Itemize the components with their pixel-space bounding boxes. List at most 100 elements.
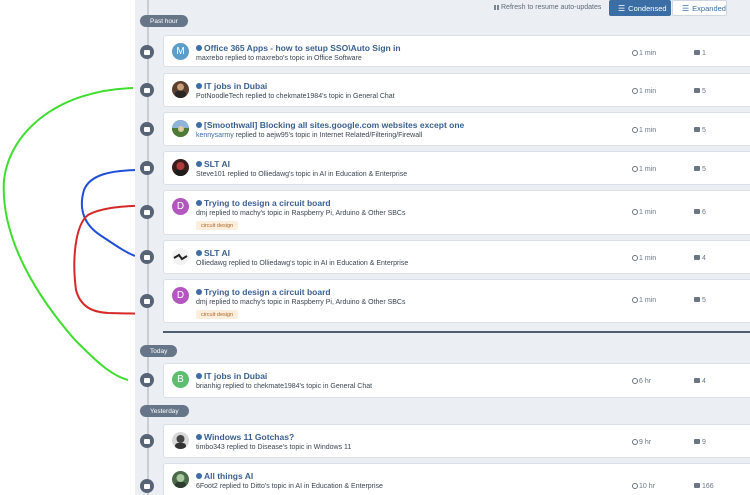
comment-icon <box>140 373 154 387</box>
topic-title[interactable]: IT jobs in Dubai <box>196 81 267 91</box>
unread-icon <box>196 45 202 51</box>
comment-icon <box>140 45 154 59</box>
topic-meta: Steve101 replied to Olliedawg's topic in… <box>196 171 408 178</box>
reply-count: 5 <box>694 166 706 173</box>
avatar[interactable]: D <box>172 287 189 304</box>
unread-icon <box>196 289 202 295</box>
comment-count-icon <box>694 439 700 444</box>
author-link[interactable]: maxrebo <box>196 55 223 62</box>
comment-icon <box>140 434 154 448</box>
clock-icon <box>632 483 638 489</box>
photo-avatar[interactable] <box>172 471 189 488</box>
topic-card[interactable]: B IT jobs in Dubai brianhig replied to c… <box>163 363 750 398</box>
topic-card[interactable]: [Smoothwall] Blocking all sites.google.c… <box>163 112 750 146</box>
stream-toolbar: Refresh to resume auto-updates ☰ Condens… <box>135 0 750 16</box>
author-link[interactable]: Steve101 <box>196 171 226 178</box>
unread-icon <box>196 161 202 167</box>
expanded-list-icon: ☰ <box>682 3 690 13</box>
author-link[interactable]: Olliedawg <box>196 260 227 267</box>
comment-icon <box>140 294 154 308</box>
topic-title[interactable]: [Smoothwall] Blocking all sites.google.c… <box>196 120 464 130</box>
clock-icon <box>632 127 638 133</box>
topic-title[interactable]: Windows 11 Gotchas? <box>196 432 294 442</box>
topic-card[interactable]: M Office 365 Apps - how to setup SSO\Aut… <box>163 35 750 67</box>
comment-count-icon <box>694 166 700 171</box>
photo-avatar[interactable] <box>172 120 189 137</box>
comment-icon <box>140 83 154 97</box>
reply-count: 6 <box>694 209 706 216</box>
reply-count: 4 <box>694 255 706 262</box>
expanded-label: Expanded <box>692 3 726 13</box>
topic-title[interactable]: SLT AI <box>196 248 230 258</box>
refresh-notice[interactable]: Refresh to resume auto-updates <box>494 4 601 11</box>
avatar[interactable]: D <box>172 198 189 215</box>
clock-icon <box>632 297 638 303</box>
author-link[interactable]: dmj <box>196 210 207 217</box>
comment-count-icon <box>694 255 700 260</box>
comment-icon <box>140 205 154 219</box>
comment-count-icon <box>694 127 700 132</box>
topic-card[interactable]: D Trying to design a circuit board dmj r… <box>163 190 750 235</box>
photo-avatar[interactable] <box>172 432 189 449</box>
avatar[interactable]: M <box>172 43 189 60</box>
section-pill-yesterday: Yesterday <box>140 405 189 417</box>
time-stat: 1 min <box>632 127 656 134</box>
unread-icon <box>196 200 202 206</box>
reply-count: 166 <box>694 483 714 490</box>
topic-meta: timbo343 replied to Disease's topic in W… <box>196 444 352 451</box>
author-link[interactable]: timbo343 <box>196 444 225 451</box>
topic-meta: Olliedawg replied to Olliedawg's topic i… <box>196 260 409 267</box>
author-link[interactable]: kennysarmy <box>196 132 234 139</box>
topic-title[interactable]: IT jobs in Dubai <box>196 371 267 381</box>
topic-card[interactable]: SLT AI Olliedawg replied to Olliedawg's … <box>163 240 750 274</box>
topic-card[interactable]: Windows 11 Gotchas? timbo343 replied to … <box>163 424 750 458</box>
reply-count: 4 <box>694 378 706 385</box>
topic-meta: maxrebo replied to maxrebo's topic in Of… <box>196 55 362 62</box>
avatar[interactable]: B <box>172 371 189 388</box>
author-link[interactable]: PotNoodleTech <box>196 93 243 100</box>
topic-card[interactable]: All things AI 6Foot2 replied to Ditto's … <box>163 463 750 495</box>
clock-icon <box>632 88 638 94</box>
author-link[interactable]: brianhig <box>196 383 221 390</box>
comment-count-icon <box>694 88 700 93</box>
topic-title[interactable]: All things AI <box>196 471 253 481</box>
topic-meta: 6Foot2 replied to Ditto's topic in AI in… <box>196 483 383 490</box>
expanded-view-button[interactable]: ☰ Expanded <box>672 0 727 16</box>
topic-meta: dmj replied to machy's topic in Raspberr… <box>196 210 406 217</box>
topic-meta: dmj replied to machy's topic in Raspberr… <box>196 299 406 306</box>
refresh-label: Refresh to resume auto-updates <box>501 4 602 11</box>
section-pill-today: Today <box>140 345 178 357</box>
reply-count: 5 <box>694 297 706 304</box>
comment-count-icon <box>694 483 700 488</box>
time-stat: 6 hr <box>632 378 651 385</box>
topic-card[interactable]: D Trying to design a circuit board dmj r… <box>163 279 750 323</box>
activity-stream: Refresh to resume auto-updates ☰ Condens… <box>135 0 750 495</box>
topic-tag[interactable]: circuit design <box>196 310 239 319</box>
topic-title[interactable]: SLT AI <box>196 159 230 169</box>
author-link[interactable]: dmj <box>196 299 207 306</box>
topic-title[interactable]: Trying to design a circuit board <box>196 287 331 297</box>
topic-card[interactable]: IT jobs in Dubai PotNoodleTech replied t… <box>163 73 750 107</box>
clock-icon <box>632 439 638 445</box>
topic-title[interactable]: Office 365 Apps - how to setup SSO\Auto … <box>196 43 401 53</box>
unread-icon <box>196 434 202 440</box>
time-stat: 9 hr <box>632 439 651 446</box>
photo-avatar[interactable] <box>172 81 189 98</box>
topic-card[interactable]: SLT AI Steve101 replied to Olliedawg's t… <box>163 151 750 185</box>
comment-count-icon <box>694 50 700 55</box>
topic-title[interactable]: Trying to design a circuit board <box>196 198 331 208</box>
unread-icon <box>196 473 202 479</box>
unread-icon <box>196 373 202 379</box>
condensed-label: Condensed <box>628 3 667 13</box>
condensed-view-button[interactable]: ☰ Condensed <box>609 0 671 16</box>
unread-icon <box>196 83 202 89</box>
clock-icon <box>632 378 638 384</box>
photo-avatar[interactable] <box>172 248 189 265</box>
topic-tag[interactable]: circuit design <box>196 221 239 230</box>
reply-count: 1 <box>694 50 706 57</box>
comment-icon <box>140 161 154 175</box>
photo-avatar[interactable] <box>172 159 189 176</box>
comment-count-icon <box>694 297 700 302</box>
clock-icon <box>632 166 638 172</box>
author-link[interactable]: 6Foot2 <box>196 483 218 490</box>
